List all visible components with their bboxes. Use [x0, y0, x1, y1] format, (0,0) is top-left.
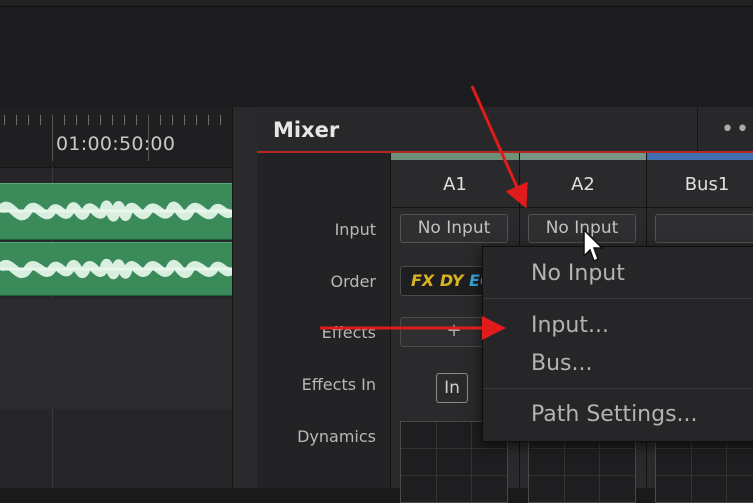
ruler-tick — [112, 115, 113, 125]
ruler-tick — [100, 115, 101, 125]
audio-clip-a2[interactable] — [0, 242, 232, 296]
row-label-input: Input — [334, 220, 376, 239]
empty-track-lane[interactable] — [0, 299, 232, 409]
row-label-order: Order — [330, 272, 376, 291]
menu-separator — [483, 388, 753, 389]
order-dy-label: DY — [439, 271, 464, 290]
panel-splitter[interactable] — [232, 107, 258, 488]
row-label-dynamics: Dynamics — [297, 427, 376, 446]
menu-item-path-settings[interactable]: Path Settings... — [531, 402, 698, 427]
top-bar — [0, 0, 753, 7]
menu-item-bus[interactable]: Bus... — [531, 351, 592, 376]
input-button-bus1[interactable] — [655, 214, 753, 243]
ruler-tick — [172, 115, 173, 125]
timeline-panel[interactable]: 01:00:50:00 — [0, 107, 232, 488]
ruler-tick — [16, 115, 17, 125]
ruler-tick — [4, 115, 5, 125]
channel-divider — [391, 207, 519, 208]
input-button-a2[interactable]: No Input — [528, 214, 636, 243]
audio-clip-a1[interactable] — [0, 183, 232, 240]
more-horizontal-icon[interactable]: ••• — [721, 117, 753, 142]
header-divider — [697, 107, 698, 151]
waveform-a2 — [0, 258, 232, 280]
channel-color-bar — [391, 153, 519, 160]
input-button-a1[interactable]: No Input — [400, 214, 508, 243]
menu-item-input[interactable]: Input... — [531, 313, 609, 338]
channel-name-a2: A2 — [571, 174, 595, 195]
ruler-tick — [28, 115, 29, 125]
mixer-title: Mixer — [273, 118, 340, 142]
mouse-cursor-icon — [583, 229, 604, 263]
channel-divider — [520, 207, 646, 208]
channel-divider — [647, 207, 753, 208]
ruler-tick — [184, 115, 185, 125]
ruler-tick — [208, 115, 209, 125]
effects-in-button-a1[interactable]: In — [436, 373, 468, 403]
ruler-tick — [220, 115, 221, 125]
ruler-tick — [136, 115, 137, 125]
ruler-tick — [160, 115, 161, 125]
ruler-timecode: 01:00:50:00 — [56, 133, 176, 155]
menu-separator — [483, 298, 753, 299]
channel-name-a1: A1 — [443, 174, 467, 195]
ruler-tick — [196, 115, 197, 125]
channel-name-bus1: Bus1 — [684, 174, 730, 195]
row-label-effects: Effects — [321, 323, 376, 342]
ruler-tick — [64, 115, 65, 125]
channel-color-bar — [647, 153, 753, 160]
row-label-effects-in: Effects In — [301, 375, 376, 394]
ruler-tick — [76, 115, 77, 125]
waveform-a1 — [0, 200, 232, 222]
order-fx-label: FX — [411, 271, 435, 290]
input-dropdown-menu: No Input Input... Bus... Path Settings..… — [482, 246, 753, 442]
channel-color-bar — [520, 153, 646, 160]
menu-item-no-input[interactable]: No Input — [531, 261, 625, 286]
ruler-tick — [88, 115, 89, 125]
mixer-row-labels: Input Order Effects Effects In Dynamics — [257, 153, 391, 488]
ruler-tick — [52, 115, 53, 161]
ruler-tick — [40, 115, 41, 125]
mixer-header: Mixer ••• — [257, 107, 753, 153]
ruler-tick — [124, 115, 125, 125]
viewer-area — [0, 7, 753, 107]
